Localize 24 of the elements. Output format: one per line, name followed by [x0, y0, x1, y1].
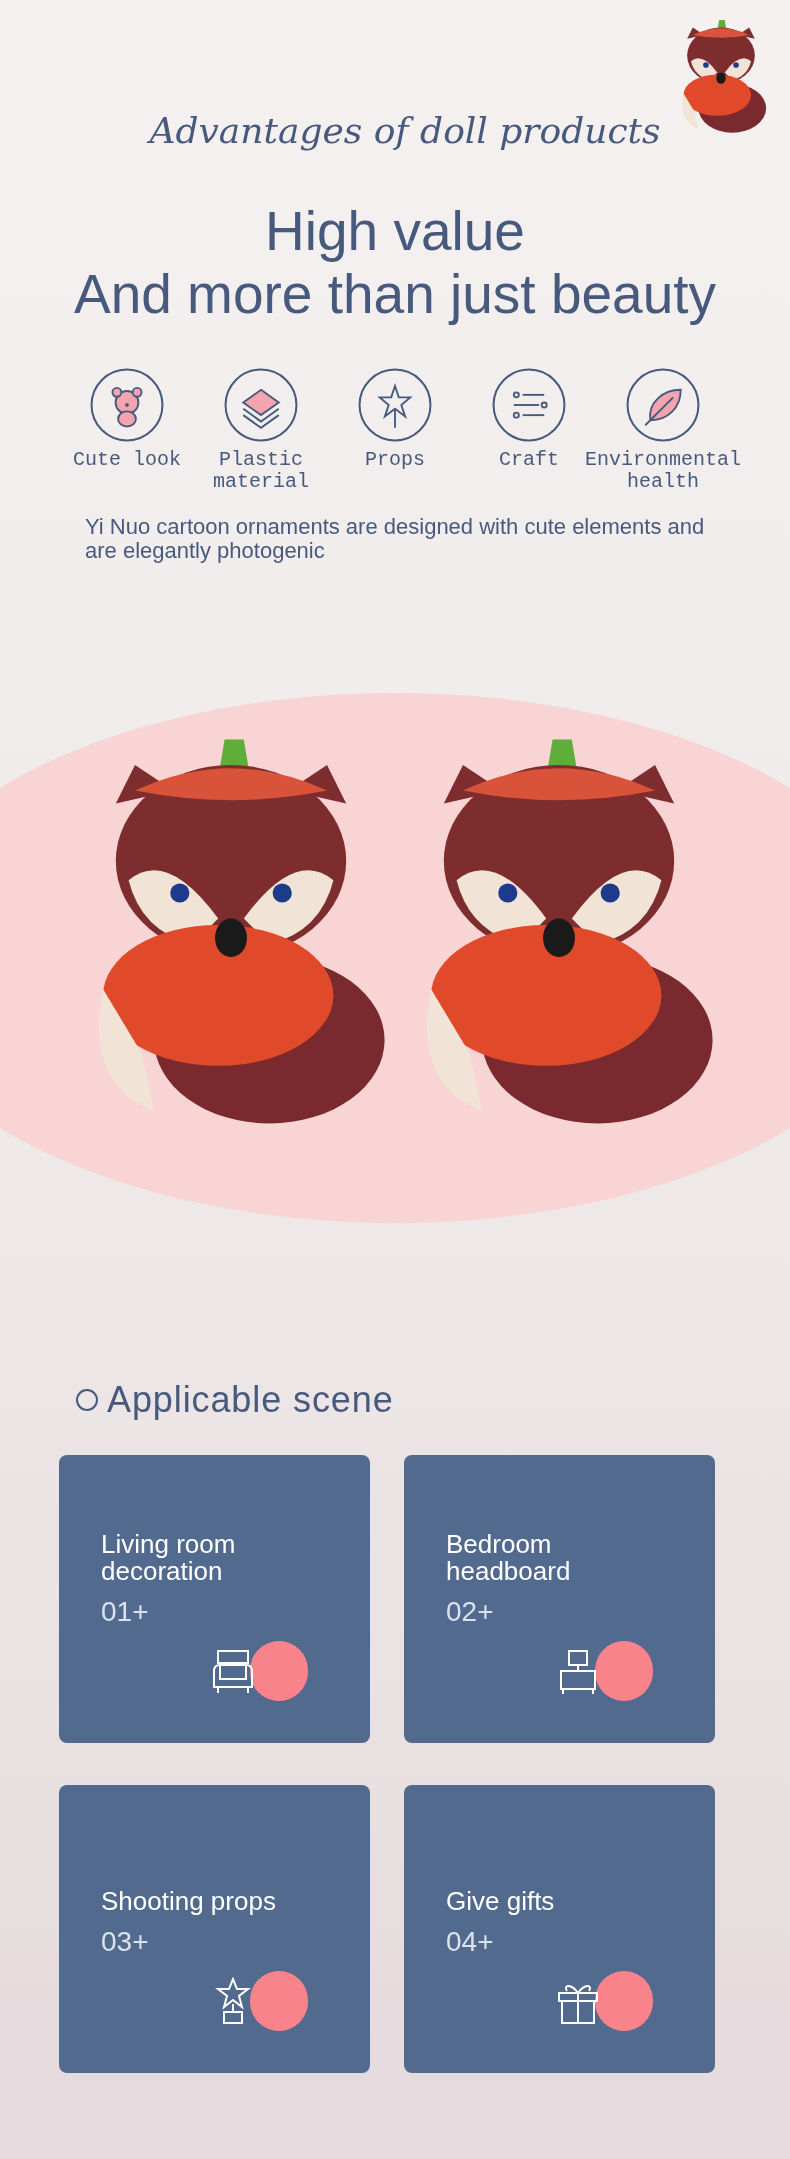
- feature-label: Environmental health: [585, 448, 741, 493]
- card-number: 01+: [101, 1594, 150, 1629]
- description-text: Yi Nuo cartoon ornaments are designed with cute elements and are elegantly photogenic: [85, 514, 705, 563]
- star-wand-icon: [357, 366, 433, 443]
- feature-label: Plastic material: [212, 448, 310, 493]
- layers-icon: [223, 366, 299, 443]
- headline-text: And more than just beauty: [73, 263, 717, 327]
- feature-label: Craft: [499, 448, 559, 471]
- card-title: Give gifts: [446, 1887, 556, 1915]
- card-number: 03+: [101, 1924, 150, 1959]
- headline-text: High value: [265, 200, 525, 264]
- leaf-icon: [625, 366, 701, 443]
- list-icon: [491, 366, 567, 443]
- card-number: 02+: [446, 1594, 495, 1629]
- section-heading: Advantages of doll products: [149, 109, 661, 153]
- feature-label: Props: [365, 448, 425, 471]
- circle-bullet-icon: [75, 1387, 99, 1412]
- section-title: Applicable scene: [107, 1377, 394, 1422]
- card-number: 04+: [446, 1924, 495, 1959]
- card-title: Living room decoration: [101, 1530, 237, 1585]
- card-title: Shooting props: [101, 1887, 277, 1915]
- card-title: Bedroom headboard: [446, 1530, 572, 1585]
- feature-label: Cute look: [73, 448, 181, 471]
- bear-icon: [89, 366, 165, 443]
